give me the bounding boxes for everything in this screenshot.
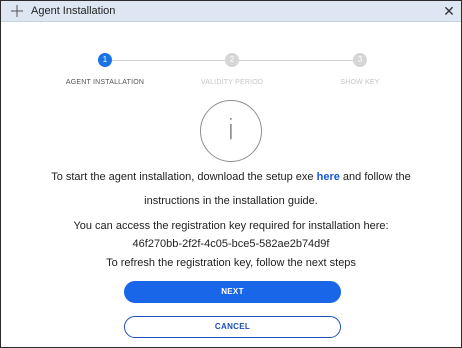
step-1-number: 1 <box>102 55 108 64</box>
download-here-link[interactable]: here <box>317 171 340 183</box>
step-3-label: SHOW KEY <box>340 79 380 86</box>
close-icon[interactable]: ✕ <box>443 3 455 19</box>
instruction-line-2: instructions in the installation guide. <box>144 195 318 207</box>
step-1-indicator: 1 <box>98 53 112 67</box>
step-2-label: VALIDITY PERIOD <box>200 79 264 86</box>
agent-installation-dialog: Agent Installation ✕ 1 2 3 AGENT INSTALL… <box>0 0 462 348</box>
instruction-line-1: To start the agent installation, downloa… <box>1 170 461 184</box>
step-connector <box>239 60 353 61</box>
step-1-label: AGENT INSTALLATION <box>65 79 145 86</box>
step-2-number: 2 <box>229 55 235 64</box>
step-2-indicator: 2 <box>225 53 239 67</box>
close-button[interactable]: ✕ <box>441 3 457 19</box>
registration-key-intro: You can access the registration key requ… <box>73 220 389 232</box>
step-connector <box>112 60 225 61</box>
info-glyph: i <box>227 113 235 146</box>
instruction-text-after-link: and follow the <box>339 171 411 183</box>
instruction-text-before-link: To start the agent installation, downloa… <box>51 171 317 183</box>
plus-icon <box>10 2 24 20</box>
window-title: Agent Installation <box>31 5 116 17</box>
title-bar: Agent Installation ✕ <box>1 1 461 22</box>
step-3-indicator: 3 <box>353 53 367 67</box>
cancel-button[interactable]: CANCEL <box>124 316 341 338</box>
next-button[interactable]: NEXT <box>124 281 341 303</box>
installation-stepper: 1 2 3 AGENT INSTALLATION VALIDITY PERIOD… <box>1 53 461 93</box>
info-icon: i <box>200 100 262 162</box>
refresh-key-instructions: To refresh the registration key, follow … <box>106 257 356 269</box>
step-3-number: 3 <box>357 55 363 64</box>
registration-key: 46f270bb-2f2f-4c05-bce5-582ae2b74d9f <box>132 238 330 250</box>
